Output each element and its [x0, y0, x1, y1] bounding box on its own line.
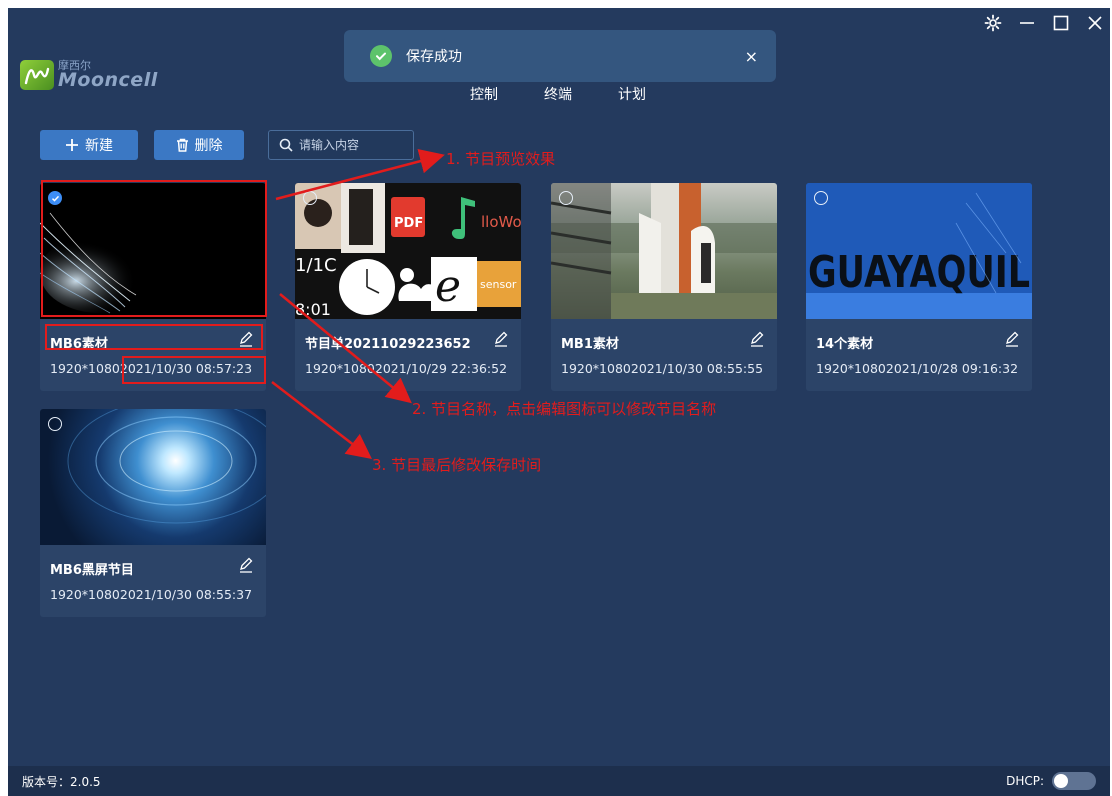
search-input[interactable] — [299, 138, 407, 152]
logo-icon — [20, 60, 54, 90]
main-nav: 控制 终端 计划 — [470, 84, 646, 104]
program-resolution: 1920*1080 — [305, 361, 375, 376]
nav-tab-terminal[interactable]: 终端 — [544, 84, 572, 104]
edit-name-pencil-icon[interactable] — [493, 331, 509, 347]
save-success-toast: 保存成功 × — [344, 30, 776, 82]
search-icon — [279, 138, 293, 152]
dhcp-label: DHCP: — [1006, 774, 1044, 788]
program-meta: 1920*10802021/10/30 08:55:37 — [50, 587, 252, 602]
nav-tab-control[interactable]: 控制 — [470, 84, 498, 104]
dhcp-toggle[interactable] — [1052, 772, 1096, 790]
program-card[interactable]: GUAYAQUIL 14个素材 1920*10802021/10/28 09:1… — [806, 183, 1032, 391]
program-name: MB6素材 — [50, 337, 108, 352]
guayaquil-text: GUAYAQUIL — [808, 247, 1030, 298]
program-name: 节目单20211029223652 — [305, 337, 471, 352]
program-thumbnail — [551, 183, 777, 319]
dhcp-control: DHCP: — [1006, 772, 1096, 790]
program-thumbnail: PDF lloWo 1/1C 8:01 e sensor — [295, 183, 521, 319]
toggle-knob — [1054, 774, 1068, 788]
app-window: 摩西尔 Mooncell 控制 终端 计划 保存成功 × 新建 删除 请输入内容… — [8, 8, 1110, 796]
select-radio-icon[interactable] — [48, 417, 62, 431]
select-radio-icon[interactable] — [559, 191, 573, 205]
program-modified-time: 2021/10/29 22:36:52 — [374, 361, 508, 376]
program-meta: 1920*10802021/10/30 08:55:55 — [561, 361, 763, 376]
program-name: MB1素材 — [561, 337, 619, 352]
program-thumbnail: GUAYAQUIL — [806, 183, 1032, 319]
program-resolution: 1920*1080 — [561, 361, 631, 376]
select-radio-icon[interactable] — [814, 191, 828, 205]
program-modified-time: 2021/10/30 08:57:23 — [119, 361, 253, 376]
program-resolution: 1920*1080 — [816, 361, 886, 376]
program-modified-time: 2021/10/28 09:16:32 — [885, 361, 1019, 376]
minimize-icon[interactable] — [1018, 14, 1036, 32]
program-resolution: 1920*1080 — [50, 361, 120, 376]
edit-name-pencil-icon[interactable] — [749, 331, 765, 347]
delete-button-label: 删除 — [194, 138, 223, 154]
program-name: 14个素材 — [816, 337, 874, 352]
program-meta: 1920*10802021/10/30 08:57:23 — [50, 361, 252, 376]
program-card[interactable]: MB1素材 1920*10802021/10/30 08:55:55 — [551, 183, 777, 391]
program-modified-time: 2021/10/30 08:55:55 — [630, 361, 764, 376]
clock-time-text: 8:01 — [295, 300, 331, 319]
sensor-text: sensor — [480, 278, 517, 291]
close-window-icon[interactable] — [1086, 14, 1104, 32]
selected-check-icon[interactable] — [48, 191, 62, 205]
program-thumbnail — [40, 409, 266, 545]
edit-name-pencil-icon[interactable] — [1004, 331, 1020, 347]
program-name: MB6黑屏节目 — [50, 563, 134, 578]
version-label: 版本号：2.0.5 — [22, 774, 101, 789]
edit-name-pencil-icon[interactable] — [238, 557, 254, 573]
status-bar: 版本号：2.0.5 DHCP: — [8, 766, 1110, 796]
nav-tab-schedule[interactable]: 计划 — [618, 84, 646, 104]
toast-close-icon[interactable]: × — [745, 47, 758, 66]
program-meta: 1920*10802021/10/28 09:16:32 — [816, 361, 1018, 376]
program-card[interactable]: PDF lloWo 1/1C 8:01 e sensor 节目单20211029… — [295, 183, 521, 391]
delete-program-button[interactable]: 删除 — [154, 130, 244, 160]
edit-name-pencil-icon[interactable] — [238, 331, 254, 347]
new-program-button[interactable]: 新建 — [40, 130, 138, 160]
svg-text:e: e — [435, 261, 461, 312]
program-search-box — [268, 130, 414, 160]
program-meta: 1920*10802021/10/29 22:36:52 — [305, 361, 507, 376]
trash-icon — [176, 138, 188, 152]
plus-icon — [66, 139, 78, 151]
new-button-label: 新建 — [85, 138, 113, 154]
logo-english-name: Mooncell — [58, 69, 158, 91]
program-card[interactable]: MB6黑屏节目 1920*10802021/10/30 08:55:37 — [40, 409, 266, 617]
program-card[interactable]: MB6素材 1920*10802021/10/30 08:57:23 — [40, 183, 266, 391]
annotation-name: 2. 节目名称，点击编辑图标可以修改节目名称 — [412, 400, 717, 418]
success-check-icon — [370, 45, 392, 67]
maximize-icon[interactable] — [1052, 14, 1070, 32]
program-resolution: 1920*1080 — [50, 587, 120, 602]
hello-world-text: lloWo — [481, 213, 521, 231]
toast-message: 保存成功 — [406, 49, 462, 65]
app-logo: 摩西尔 Mooncell — [20, 60, 158, 90]
settings-gear-icon[interactable] — [984, 14, 1002, 32]
annotation-time: 3. 节目最后修改保存时间 — [372, 456, 542, 474]
program-modified-time: 2021/10/30 08:55:37 — [119, 587, 253, 602]
window-controls — [984, 14, 1104, 32]
clock-date-text: 1/1C — [295, 255, 337, 276]
select-radio-icon[interactable] — [303, 191, 317, 205]
annotation-preview: 1. 节目预览效果 — [446, 150, 556, 168]
pdf-text: PDF — [394, 216, 423, 231]
program-thumbnail — [40, 183, 266, 319]
